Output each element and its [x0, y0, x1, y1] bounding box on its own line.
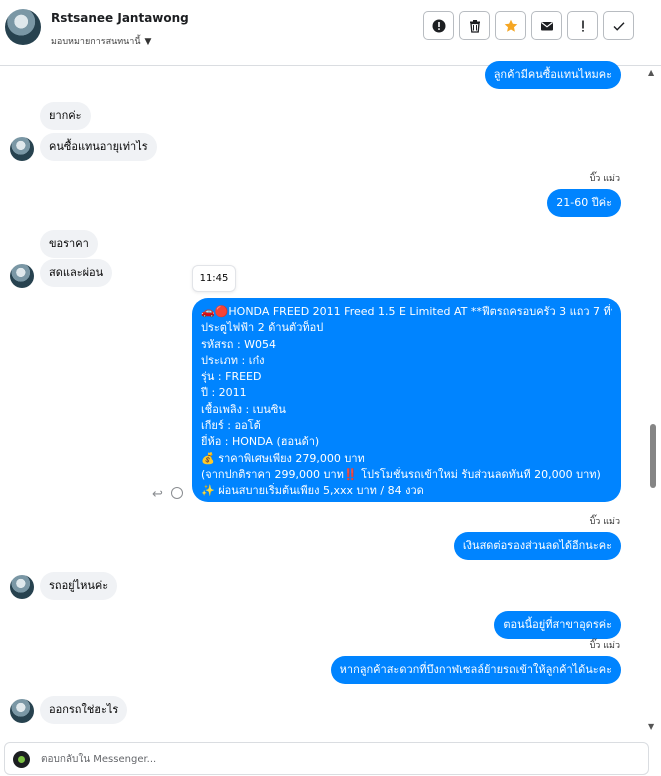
listing-line: เกียร์ : ออโต้: [201, 419, 261, 433]
message-incoming[interactable]: ออกรถใช่ฮะไร: [40, 696, 128, 724]
assign-label: มอบหมายการสนทนานี้: [51, 37, 141, 47]
emoji-react-icon[interactable]: [171, 487, 183, 499]
contact-avatar: [10, 575, 34, 599]
message-incoming[interactable]: ขอราคา: [40, 230, 98, 258]
listing-line: ยี่ห้อ : HONDA (ฮอนด้า): [201, 435, 320, 449]
listing-line: ประเภท : เก๋ง: [201, 353, 265, 367]
contact-avatar: [10, 137, 34, 161]
exclamation-icon: [581, 20, 584, 32]
scrollbar-thumb[interactable]: [650, 424, 656, 488]
contact-avatar: [10, 699, 34, 723]
scroll-down-arrow-icon[interactable]: ▼: [648, 722, 654, 731]
message-outgoing[interactable]: หากลูกค้าสะดวกที่บึงกาฬเซลล์ย้ายรถเข้าให…: [330, 656, 621, 684]
message-outgoing[interactable]: ลูกค้ามีคนซื้อแทนไหมคะ: [484, 61, 621, 89]
scroll-up-arrow-icon[interactable]: ▲: [648, 68, 654, 77]
message-outgoing-listing[interactable]: 🚗🔴HONDA FREED 2011 Freed 1.5 E Limited A…: [192, 298, 621, 502]
mail-icon: [540, 21, 553, 30]
scrollbar[interactable]: ▲ ▼: [647, 66, 661, 734]
seen-label: บิ๊ว แม่ว: [589, 641, 620, 651]
contact-avatar: [10, 264, 34, 288]
reply-icon[interactable]: ↩: [152, 487, 163, 502]
reply-composer[interactable]: ตอบกลับใน Messenger...: [4, 742, 649, 775]
listing-line: (จากปกติราคา 299,000 บาท‼️ โปรโมชั่นรถเข…: [201, 467, 601, 481]
contact-name[interactable]: Rstsanee Jantawong: [51, 11, 189, 25]
avatar[interactable]: [5, 9, 41, 45]
caret-down-icon: ▼: [144, 37, 152, 47]
conversation-header: Rstsanee Jantawong มอบหมายการสนทนานี้ ▼: [0, 0, 661, 66]
listing-line: ประตูไฟฟ้า 2 ด้านตัวท็อป: [201, 321, 324, 335]
seen-label: บิ๊ว แม่ว: [589, 174, 620, 184]
seen-label: บิ๊ว แม่ว: [589, 517, 620, 527]
mark-done-button[interactable]: [603, 11, 634, 40]
message-incoming[interactable]: รถอยู่ไหนค่ะ: [40, 572, 118, 600]
trash-icon: [469, 19, 480, 33]
message-outgoing[interactable]: 21-60 ปีค่ะ: [547, 189, 621, 217]
star-icon: [504, 19, 517, 32]
listing-line: ✨ ผ่อนสบายเริ่มต้นเพียง 5,xxx บาท / 84 ง…: [201, 484, 424, 498]
check-icon: [613, 21, 624, 31]
listing-line: รหัสรถ : W054: [201, 337, 277, 351]
star-button[interactable]: [495, 11, 526, 40]
alert-circle-icon: [432, 19, 445, 32]
timestamp-tooltip: 11:45: [192, 265, 236, 292]
listing-line: 🚗🔴HONDA FREED 2011 Freed 1.5 E Limited A…: [201, 305, 612, 318]
follow-up-button[interactable]: [567, 11, 598, 40]
action-toolbar: [423, 11, 634, 40]
reply-input-placeholder[interactable]: ตอบกลับใน Messenger...: [41, 752, 156, 767]
message-incoming[interactable]: สดและผ่อน: [40, 259, 113, 287]
listing-line: 💰 ราคาพิเศษเพียง 279,000 บาท: [201, 451, 365, 465]
mark-unread-button[interactable]: [531, 11, 562, 40]
mark-spam-button[interactable]: [423, 11, 454, 40]
assign-conversation-dropdown[interactable]: มอบหมายการสนทนานี้ ▼: [51, 34, 151, 48]
message-incoming[interactable]: คนซื้อแทนอายุเท่าไร: [40, 133, 157, 161]
message-outgoing[interactable]: ตอนนี้อยู่ที่สาขาอุดรค่ะ: [494, 611, 621, 639]
message-outgoing[interactable]: เงินสดต่อรองส่วนลดได้อีกนะคะ: [453, 532, 621, 560]
listing-line: เชื้อเพลิง : เบนซิน: [201, 402, 286, 416]
listing-line: ปี : 2011: [201, 386, 247, 400]
delete-button[interactable]: [459, 11, 490, 40]
messenger-page-icon: [13, 751, 30, 768]
listing-line: รุ่น : FREED: [201, 370, 262, 384]
message-incoming[interactable]: ยากค่ะ: [40, 102, 91, 130]
